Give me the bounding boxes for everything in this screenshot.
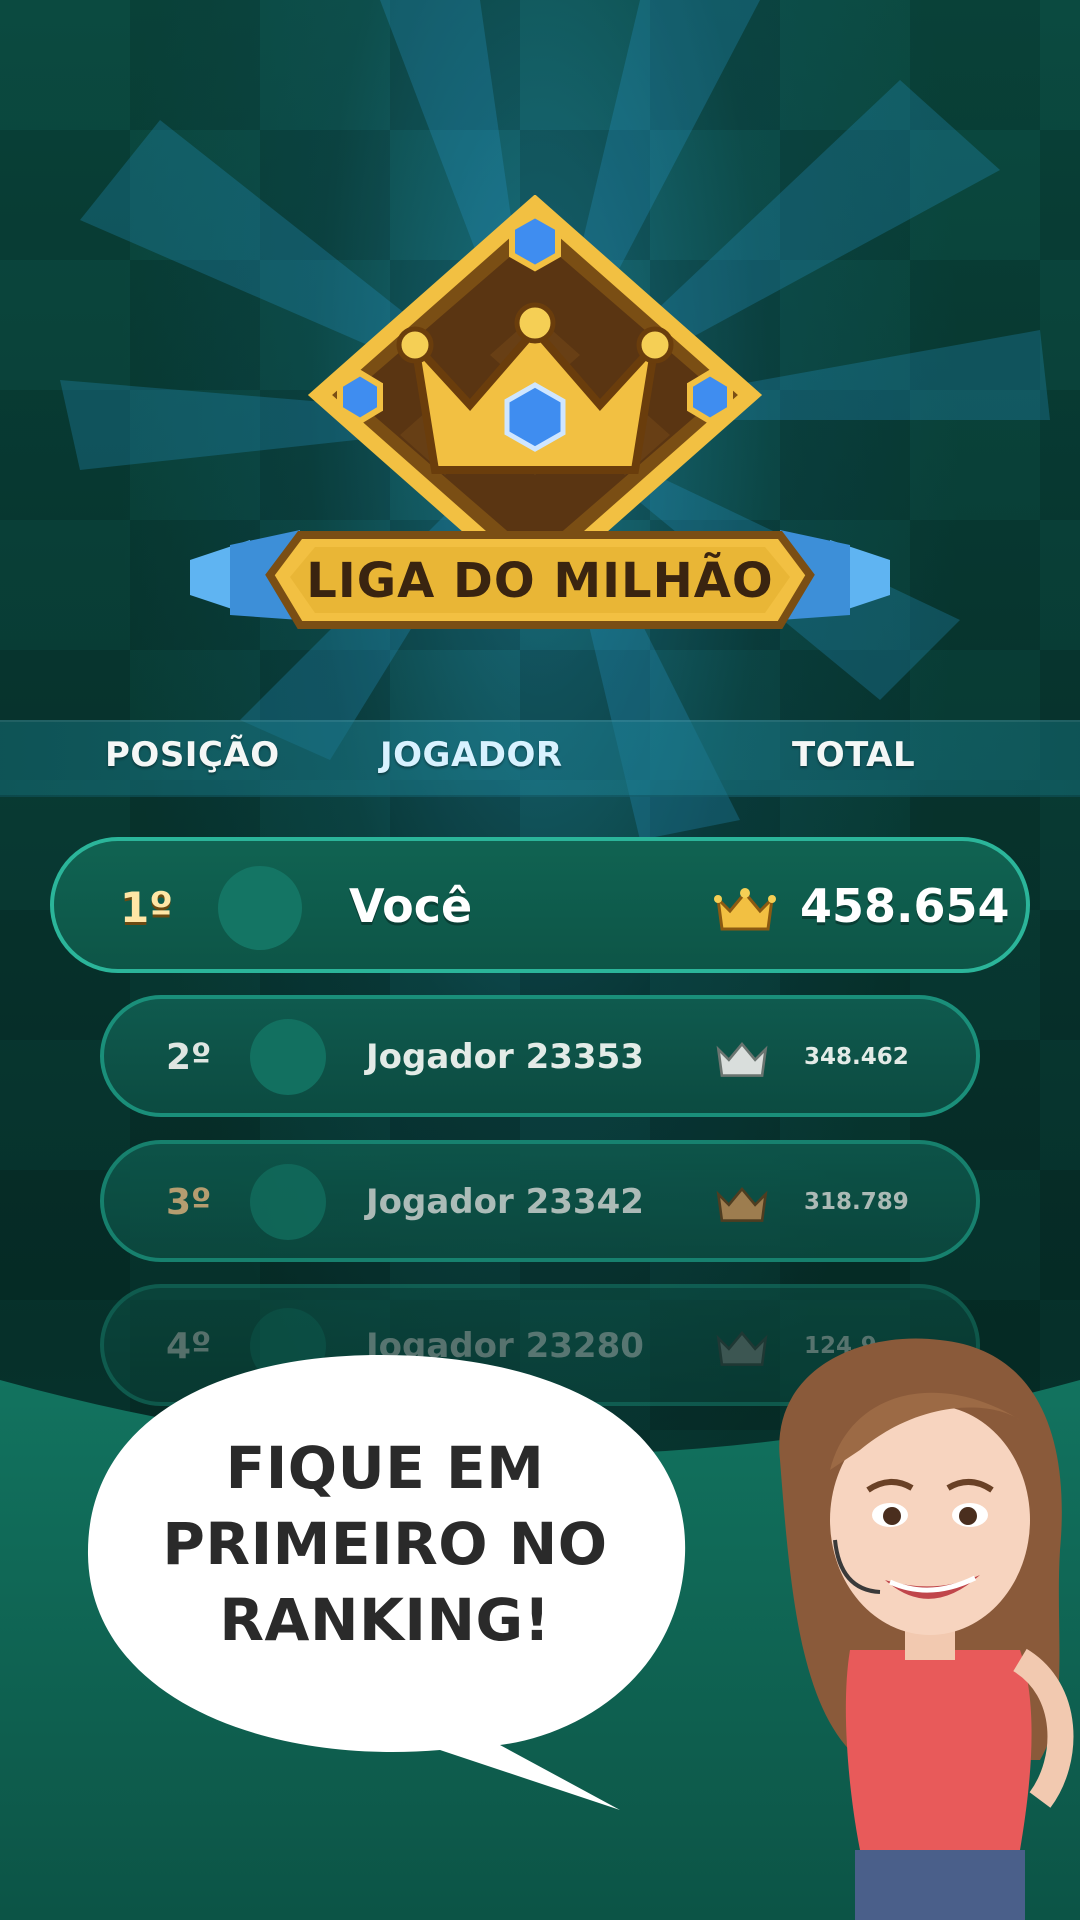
player-score: 348.462 bbox=[804, 1044, 909, 1070]
header-position: POSIÇÃO bbox=[105, 735, 280, 775]
header-player: JOGADOR bbox=[380, 735, 563, 775]
ranking-row[interactable]: 3º Jogador 23342 318.789 bbox=[100, 1140, 980, 1262]
bubble-line: PRIMEIRO NO bbox=[162, 1510, 608, 1578]
player-name: Jogador 23353 bbox=[366, 1037, 644, 1077]
crown-icon bbox=[716, 1186, 768, 1222]
emblem-title: LIGA DO MILHÃO bbox=[306, 553, 774, 609]
crown-icon bbox=[716, 1041, 768, 1077]
bubble-line: RANKING! bbox=[219, 1586, 551, 1654]
speech-bubble-text: FIQUE EM PRIMEIRO NO RANKING! bbox=[120, 1430, 650, 1658]
rank-label: 2º bbox=[166, 1037, 212, 1078]
avatar bbox=[250, 1164, 326, 1240]
rank-label: 3º bbox=[166, 1182, 212, 1223]
player-score: 318.789 bbox=[804, 1189, 909, 1215]
host-character bbox=[779, 1338, 1074, 1920]
ranking-row[interactable]: 2º Jogador 23353 348.462 bbox=[100, 995, 980, 1117]
crown-icon bbox=[714, 888, 776, 931]
avatar bbox=[218, 866, 302, 950]
player-name: Jogador 23342 bbox=[366, 1182, 644, 1222]
ranking-row-self[interactable]: 1º Você 458.654 bbox=[50, 837, 1030, 973]
player-name: Você bbox=[349, 879, 473, 933]
player-score: 458.654 bbox=[800, 879, 1010, 933]
rank-label: 1º bbox=[120, 883, 173, 932]
header-total: TOTAL bbox=[792, 735, 916, 775]
avatar bbox=[250, 1019, 326, 1095]
bubble-line: FIQUE EM bbox=[225, 1434, 545, 1502]
